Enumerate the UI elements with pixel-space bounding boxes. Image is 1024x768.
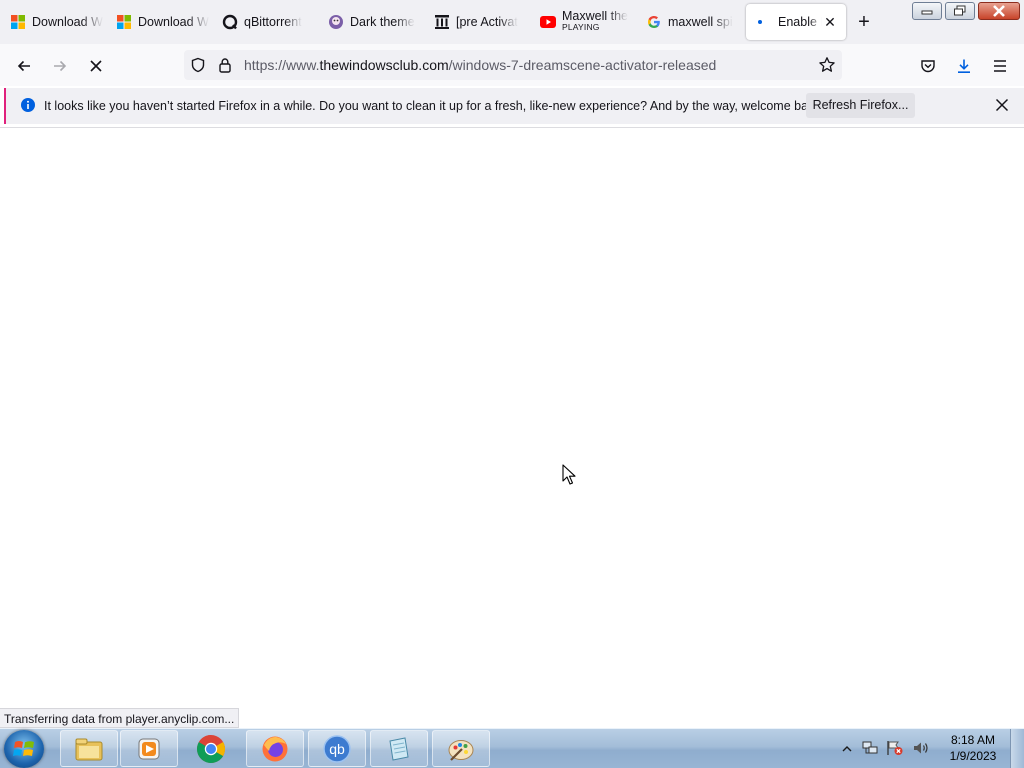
page-content-area[interactable] bbox=[0, 128, 1024, 728]
forward-arrow-icon bbox=[54, 60, 67, 72]
menu-button[interactable] bbox=[986, 52, 1014, 80]
archive-icon bbox=[434, 14, 450, 30]
navigation-toolbar: https://www.thewindowsclub.com/windows-7… bbox=[0, 44, 1024, 86]
minimize-button[interactable] bbox=[912, 2, 942, 20]
file-explorer-icon bbox=[75, 738, 103, 760]
info-icon bbox=[20, 97, 36, 116]
lock-icon[interactable] bbox=[218, 57, 232, 76]
url-domain: thewindowsclub.com bbox=[319, 57, 449, 73]
tab-title: [pre Activat bbox=[456, 15, 518, 29]
pocket-icon bbox=[921, 60, 935, 73]
svg-text:qb: qb bbox=[329, 741, 345, 757]
qbittorrent-icon: qb bbox=[323, 734, 351, 763]
close-icon bbox=[995, 98, 1009, 112]
hamburger-menu-icon bbox=[994, 60, 1006, 72]
windows-logo-icon bbox=[116, 14, 132, 30]
network-icon[interactable] bbox=[862, 740, 878, 759]
show-desktop-button[interactable] bbox=[1010, 729, 1024, 768]
tab-download-2[interactable]: Download W bbox=[106, 4, 212, 40]
tab-qbittorrent[interactable]: qBittorrent bbox=[212, 4, 318, 40]
restore-button[interactable] bbox=[945, 2, 975, 20]
tab-download-1[interactable]: Download W bbox=[0, 4, 106, 40]
tab-strip: Download W Download W qBittorrent Dark t… bbox=[0, 0, 1024, 44]
tab-title: qBittorrent bbox=[244, 15, 302, 29]
tab-pre-activation[interactable]: [pre Activat bbox=[424, 4, 530, 40]
action-center-flag-icon[interactable] bbox=[886, 740, 904, 759]
stop-loading-button[interactable] bbox=[82, 52, 110, 80]
taskbar-chrome[interactable] bbox=[182, 730, 240, 767]
close-tab-icon[interactable]: ✕ bbox=[822, 14, 838, 30]
downloads-button[interactable] bbox=[950, 52, 978, 80]
download-arrow-icon bbox=[958, 59, 970, 73]
tab-title: Enable Di bbox=[778, 15, 822, 29]
window-controls bbox=[912, 2, 1024, 20]
volume-icon[interactable] bbox=[912, 740, 930, 759]
url-prefix: https://www. bbox=[244, 57, 320, 73]
refresh-firefox-button[interactable]: Refresh Firefox... bbox=[806, 93, 915, 118]
google-icon bbox=[646, 14, 662, 30]
screen: Download W Download W qBittorrent Dark t… bbox=[0, 0, 1024, 768]
clock-date: 1/9/2023 bbox=[949, 749, 997, 763]
notepad-icon bbox=[389, 736, 409, 761]
tab-youtube-maxwell[interactable]: Maxwell the PLAYING bbox=[530, 4, 636, 40]
taskbar-clock[interactable]: 8:18 AM 1/9/2023 bbox=[940, 732, 1006, 764]
media-player-icon bbox=[138, 738, 160, 759]
tab-title: Download W bbox=[138, 15, 209, 29]
taskbar-paint[interactable] bbox=[432, 730, 490, 767]
firefox-icon bbox=[262, 736, 288, 761]
back-button[interactable] bbox=[10, 52, 38, 80]
taskbar-firefox[interactable] bbox=[246, 730, 304, 767]
start-button[interactable] bbox=[4, 730, 44, 768]
url-text[interactable]: https://www.thewindowsclub.com/windows-7… bbox=[244, 57, 716, 73]
windows-taskbar: qb 8:18 AM 1/9/2023 bbox=[0, 728, 1024, 768]
clock-time: 8:18 AM bbox=[950, 733, 996, 747]
shield-icon[interactable] bbox=[190, 57, 206, 76]
close-window-button[interactable] bbox=[978, 2, 1020, 20]
back-arrow-icon bbox=[17, 60, 30, 72]
qbittorrent-icon bbox=[222, 14, 238, 30]
minimize-icon bbox=[921, 10, 933, 15]
tab-enable-dreamscene[interactable]: Enable Di ✕ bbox=[746, 4, 846, 40]
tab-title-stack: Maxwell the PLAYING bbox=[562, 11, 628, 33]
stop-icon bbox=[90, 60, 102, 72]
tab-title: maxwell spi bbox=[668, 15, 733, 29]
url-path: /windows-7-dreamscene-activator-released bbox=[448, 57, 717, 73]
tab-title: Dark theme bbox=[350, 15, 415, 29]
youtube-icon bbox=[540, 14, 556, 30]
address-bar[interactable]: https://www.thewindowsclub.com/windows-7… bbox=[184, 50, 842, 80]
tab-title: Maxwell the bbox=[562, 11, 628, 22]
pocket-button[interactable] bbox=[914, 52, 942, 80]
tab-dark-theme[interactable]: Dark theme bbox=[318, 4, 424, 40]
forward-button[interactable] bbox=[46, 52, 74, 80]
refresh-firefox-notification: It looks like you haven’t started Firefo… bbox=[4, 88, 1024, 124]
tab-title: Download W bbox=[32, 15, 103, 29]
windows-orb-icon bbox=[13, 741, 34, 756]
tab-playing-label: PLAYING bbox=[562, 22, 600, 32]
close-icon bbox=[993, 5, 1005, 17]
mouse-pointer-icon bbox=[562, 464, 576, 489]
restore-icon bbox=[954, 5, 966, 16]
theme-icon bbox=[328, 14, 344, 30]
taskbar-qbittorrent[interactable]: qb bbox=[308, 730, 366, 767]
tab-list: Download W Download W qBittorrent Dark t… bbox=[0, 4, 846, 40]
system-tray bbox=[842, 733, 930, 765]
windows-logo-icon bbox=[10, 14, 26, 30]
loading-dot-icon bbox=[756, 14, 772, 30]
taskbar-media-player[interactable] bbox=[120, 730, 178, 767]
bookmark-star-icon[interactable] bbox=[818, 56, 836, 77]
taskbar-file-explorer[interactable] bbox=[60, 730, 118, 767]
paint-icon bbox=[448, 739, 474, 761]
notification-message: It looks like you haven’t started Firefo… bbox=[44, 99, 825, 113]
chrome-icon bbox=[197, 734, 225, 763]
close-notification-button[interactable] bbox=[992, 95, 1012, 115]
tab-google-maxwell[interactable]: maxwell spi bbox=[636, 4, 742, 40]
status-panel: Transferring data from player.anyclip.co… bbox=[0, 708, 240, 728]
taskbar-notepad[interactable] bbox=[370, 730, 428, 767]
show-hidden-icons-icon[interactable] bbox=[842, 742, 852, 756]
new-tab-button[interactable]: + bbox=[852, 10, 876, 34]
